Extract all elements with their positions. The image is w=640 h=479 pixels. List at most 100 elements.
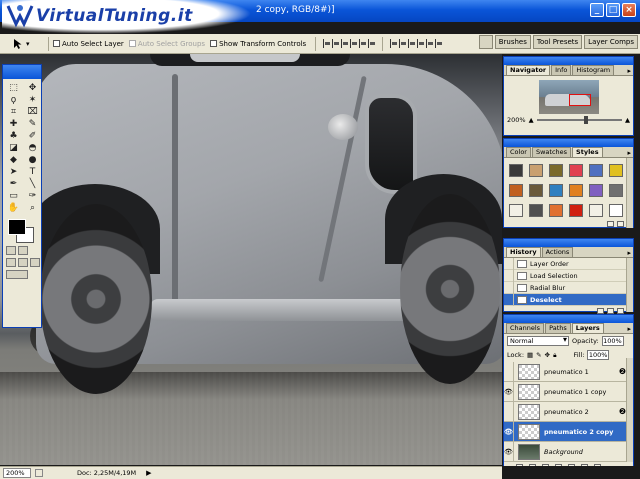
style-swatch[interactable] xyxy=(549,204,563,217)
align-bottom-icon[interactable] xyxy=(341,39,349,48)
visibility-eye-icon[interactable]: 👁︎ xyxy=(504,381,514,402)
zoom-out-icon[interactable]: ▲ xyxy=(529,116,534,124)
style-swatch[interactable] xyxy=(609,164,623,177)
screen-mode-full-menu-icon[interactable] xyxy=(18,258,28,267)
document-canvas[interactable] xyxy=(0,54,502,465)
align-right-icon[interactable] xyxy=(368,39,376,48)
panel-header[interactable] xyxy=(504,315,633,323)
palette-well-icon[interactable] xyxy=(478,35,493,49)
panel-menu-icon[interactable]: ▸ xyxy=(627,325,631,333)
tab-layers[interactable]: Layers xyxy=(571,323,604,333)
style-swatch[interactable] xyxy=(529,184,543,197)
crop-icon[interactable]: ⌗ xyxy=(6,106,21,117)
visibility-eye-icon[interactable] xyxy=(504,361,514,382)
tool-preset-picker[interactable]: ▾ xyxy=(12,36,44,52)
auto-select-layer-checkbox[interactable]: Auto Select Layer xyxy=(53,40,124,48)
history-brush-source[interactable] xyxy=(504,293,514,306)
screen-mode-full-icon[interactable] xyxy=(30,258,40,267)
eyedropper-icon[interactable]: ✑ xyxy=(25,190,40,201)
layer-row[interactable]: 👁︎ pneumatico 2 copy xyxy=(504,421,633,442)
layers-scrollbar[interactable] xyxy=(626,358,633,462)
healing-icon[interactable]: ✚ xyxy=(6,118,21,129)
visibility-eye-icon[interactable]: 👁︎ xyxy=(504,441,514,462)
align-left-icon[interactable] xyxy=(350,39,358,48)
align-vcenter-icon[interactable] xyxy=(332,39,340,48)
style-swatch[interactable] xyxy=(529,204,543,217)
status-zoom-field[interactable]: 200% xyxy=(3,468,31,478)
bucket-icon[interactable]: ◓ xyxy=(25,142,40,153)
panel-header[interactable] xyxy=(504,57,633,65)
panel-menu-icon[interactable]: ▸ xyxy=(627,67,631,75)
style-swatch[interactable] xyxy=(569,164,583,177)
screen-mode-standard-icon[interactable] xyxy=(6,258,16,267)
style-swatch[interactable] xyxy=(569,184,583,197)
zoom-icon[interactable]: ⌕ xyxy=(25,202,40,213)
navigator-zoom[interactable]: 200% xyxy=(507,116,526,124)
trash-icon[interactable] xyxy=(617,307,624,314)
style-swatch[interactable] xyxy=(549,184,563,197)
layer-row[interactable]: 👁︎ pneumatico 1 copy xyxy=(504,381,633,402)
opacity-field[interactable]: 100% xyxy=(601,336,624,346)
stamp-icon[interactable]: ♣ xyxy=(6,130,21,141)
blend-mode-select[interactable]: Normal xyxy=(507,336,569,346)
style-swatch[interactable] xyxy=(509,204,523,217)
tab-actions[interactable]: Actions xyxy=(541,247,574,257)
marquee-icon[interactable]: ⬚ xyxy=(6,82,21,93)
distribute-top-icon[interactable] xyxy=(390,39,398,48)
well-tab-tool-presets[interactable]: Tool Presets xyxy=(532,35,583,49)
style-swatch[interactable] xyxy=(589,164,603,177)
style-swatch[interactable] xyxy=(509,164,523,177)
hand-icon[interactable]: ✋ xyxy=(6,202,21,213)
zoom-slider[interactable] xyxy=(536,116,622,124)
well-tab-layer-comps[interactable]: Layer Comps xyxy=(584,35,638,49)
standard-mode-icon[interactable] xyxy=(6,246,16,255)
history-state[interactable]: Load Selection xyxy=(504,269,633,282)
panel-header[interactable] xyxy=(504,139,633,147)
panel-header[interactable] xyxy=(504,239,633,247)
lasso-icon[interactable]: ϙ xyxy=(6,94,21,105)
align-top-icon[interactable] xyxy=(323,39,331,48)
zoom-in-icon[interactable]: ▲ xyxy=(625,116,630,124)
styles-scrollbar[interactable] xyxy=(626,158,633,228)
style-swatch[interactable] xyxy=(589,204,603,217)
tab-color[interactable]: Color xyxy=(506,147,531,157)
align-hcenter-icon[interactable] xyxy=(359,39,367,48)
navigator-thumbnail[interactable] xyxy=(538,80,599,114)
status-menu-arrow[interactable]: ▶ xyxy=(146,469,151,477)
tab-paths[interactable]: Paths xyxy=(545,323,571,333)
magic-wand-icon[interactable]: ✶ xyxy=(25,94,40,105)
view-box[interactable] xyxy=(568,94,591,106)
dodge-icon[interactable]: ● xyxy=(25,154,40,165)
panel-menu-icon[interactable]: ▸ xyxy=(627,149,631,157)
minimize-button[interactable]: _ xyxy=(590,3,604,17)
lock-all-icon[interactable]: 🔒︎ xyxy=(553,351,556,360)
distribute-hcenter-icon[interactable] xyxy=(426,39,434,48)
layer-row[interactable]: pneumatico 2 ❷▾ xyxy=(504,401,633,422)
layer-row[interactable]: 👁︎Background🔒︎ xyxy=(504,441,633,462)
foreground-color[interactable] xyxy=(8,219,26,235)
well-tab-brushes[interactable]: Brushes xyxy=(494,35,531,49)
distribute-vcenter-icon[interactable] xyxy=(399,39,407,48)
tab-history[interactable]: History xyxy=(506,247,541,257)
notes-icon[interactable]: ▭ xyxy=(6,190,21,201)
imageready-icon[interactable] xyxy=(6,270,28,279)
style-swatch[interactable] xyxy=(589,184,603,197)
blur-icon[interactable]: ◆ xyxy=(6,154,21,165)
quick-mask-icon[interactable] xyxy=(18,246,28,255)
distribute-bottom-icon[interactable] xyxy=(408,39,416,48)
toolbox-header[interactable] xyxy=(3,65,41,79)
tab-styles[interactable]: Styles xyxy=(572,147,603,157)
style-swatch[interactable] xyxy=(609,184,623,197)
slice-icon[interactable]: ⌧ xyxy=(25,106,40,117)
path-select-icon[interactable]: ➤ xyxy=(6,166,21,177)
style-swatch[interactable] xyxy=(549,164,563,177)
show-transform-controls-checkbox[interactable]: Show Transform Controls xyxy=(210,40,306,48)
history-brush-source[interactable] xyxy=(504,269,514,282)
lock-transparency-icon[interactable]: ▦ xyxy=(527,351,533,359)
history-state[interactable]: Deselect xyxy=(504,293,633,306)
type-icon[interactable]: T xyxy=(25,166,40,177)
close-button[interactable]: × xyxy=(622,3,636,17)
move-icon[interactable]: ✥ xyxy=(25,82,40,93)
tab-navigator[interactable]: Navigator xyxy=(506,65,551,75)
history-brush-source[interactable] xyxy=(504,257,514,270)
